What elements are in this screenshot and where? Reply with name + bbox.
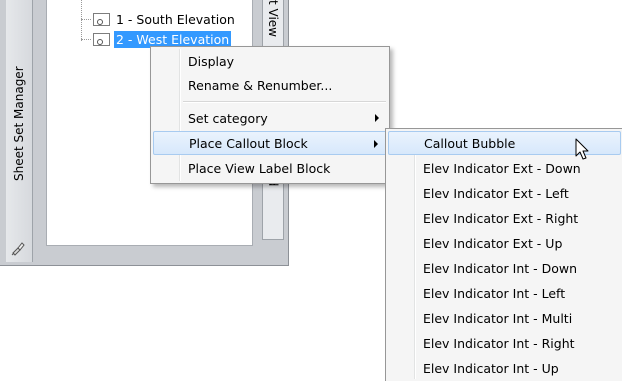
submenu-arrow-icon (374, 140, 378, 148)
callout-submenu: Callout Bubble Elev Indicator Ext - Down… (385, 128, 622, 381)
tree-connector (81, 38, 91, 40)
submenu-item-elev-int-multi[interactable]: Elev Indicator Int - Multi (388, 306, 621, 330)
mouse-pointer-icon (575, 138, 589, 160)
menu-item-label: Callout Bubble (424, 135, 516, 151)
menu-item-display[interactable]: Display (153, 49, 387, 73)
menu-item-rename-renumber[interactable]: Rename & Renumber... (153, 73, 387, 97)
menu-item-label: Elev Indicator Ext - Left (423, 185, 569, 201)
submenu-item-elev-int-left[interactable]: Elev Indicator Int - Left (388, 281, 621, 305)
menu-separator (183, 101, 386, 103)
submenu-item-elev-int-down[interactable]: Elev Indicator Int - Down (388, 256, 621, 280)
palette-title: Sheet Set Manager (12, 66, 26, 182)
tree-connector (81, 18, 91, 20)
submenu-item-elev-ext-up[interactable]: Elev Indicator Ext - Up (388, 231, 621, 255)
context-menu: Display Rename & Renumber... Set categor… (150, 46, 390, 184)
menu-item-label: Elev Indicator Int - Down (423, 260, 578, 276)
submenu-item-elev-ext-left[interactable]: Elev Indicator Ext - Left (388, 181, 621, 205)
menu-item-place-view-label-block[interactable]: Place View Label Block (153, 156, 387, 180)
menu-item-set-category[interactable]: Set category (153, 106, 387, 130)
menu-item-label: Display (188, 53, 235, 69)
view-icon (93, 32, 110, 46)
menu-item-label: Elev Indicator Int - Multi (423, 310, 573, 326)
tab-views[interactable]: t View (262, 0, 284, 49)
tab-views-label: t View (266, 0, 280, 37)
tree-item-south-elevation[interactable]: 1 - South Elevation (81, 10, 237, 28)
tree-item-label: 1 - South Elevation (116, 11, 235, 27)
menu-item-label: Elev Indicator Int - Left (423, 285, 566, 301)
menu-item-label: Elev Indicator Int - Right (423, 335, 575, 351)
palette-title-bar[interactable]: Sheet Set Manager (6, 0, 33, 262)
menu-item-label: Place Callout Block (189, 135, 308, 151)
menu-item-label: Set category (188, 110, 268, 126)
submenu-arrow-icon (375, 114, 379, 122)
menu-item-label: Place View Label Block (188, 160, 331, 176)
menu-item-label: Elev Indicator Int - Up (423, 360, 559, 376)
menu-item-label: Elev Indicator Ext - Down (423, 160, 581, 176)
menu-item-label: Rename & Renumber... (188, 77, 333, 93)
menu-item-label: Elev Indicator Ext - Right (423, 210, 579, 226)
tree-item-label: 2 - West Elevation (114, 30, 232, 48)
menu-item-label: Elev Indicator Ext - Up (423, 235, 563, 251)
properties-icon[interactable] (11, 241, 26, 256)
view-icon (93, 12, 110, 26)
submenu-item-elev-ext-right[interactable]: Elev Indicator Ext - Right (388, 206, 621, 230)
submenu-item-elev-int-right[interactable]: Elev Indicator Int - Right (388, 331, 621, 355)
menu-item-place-callout-block[interactable]: Place Callout Block (153, 131, 387, 155)
submenu-item-elev-int-up[interactable]: Elev Indicator Int - Up (388, 356, 621, 380)
